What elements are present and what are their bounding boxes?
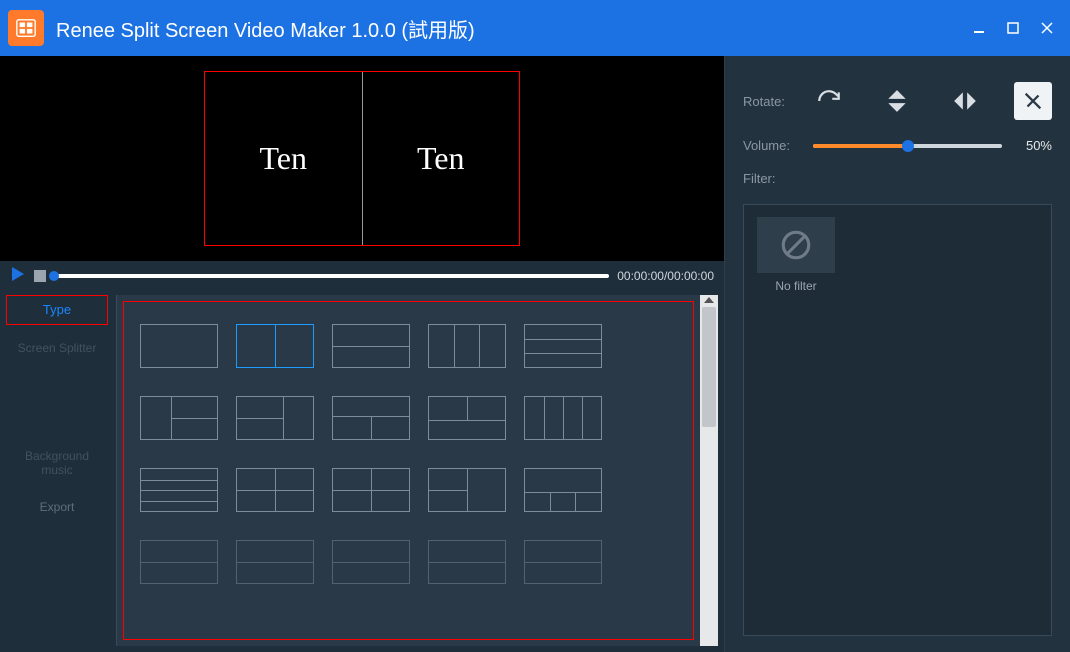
app-body: Ten Ten 00:00:00/00:00:00 Type Screen Sp…	[0, 56, 1070, 652]
tab-export[interactable]: Export	[6, 494, 108, 520]
rotate-label: Rotate:	[743, 94, 798, 109]
template-1x3-v[interactable]	[428, 324, 506, 368]
template-left-split3[interactable]	[428, 468, 506, 512]
template-bottom-3[interactable]	[524, 468, 602, 512]
app-title: Renee Split Screen Video Maker 1.0.0 (試用…	[56, 14, 952, 43]
template-area	[116, 295, 718, 646]
app-logo-icon	[8, 10, 44, 46]
playback-bar: 00:00:00/00:00:00	[0, 261, 724, 291]
maximize-button[interactable]	[998, 13, 1028, 43]
filter-none-label: No filter	[775, 279, 816, 293]
stop-button[interactable]	[34, 270, 46, 282]
lower-panel: Type Screen Splitter Background music Ex…	[0, 291, 724, 652]
rotate-cw-button[interactable]	[810, 82, 848, 120]
template-4x1-h[interactable]	[140, 468, 218, 512]
tab-icon-1[interactable]	[6, 371, 108, 397]
seek-thumb[interactable]	[49, 271, 59, 281]
volume-label: Volume:	[743, 138, 801, 153]
template-scrollbar[interactable]	[700, 295, 718, 646]
template-extra-3[interactable]	[332, 540, 410, 584]
preview-pane-2[interactable]: Ten	[363, 72, 520, 245]
volume-slider-wrap: 50%	[813, 138, 1052, 153]
right-panel: Rotate: Volume:	[724, 56, 1070, 652]
tab-type[interactable]: Type	[6, 295, 108, 325]
flip-vertical-button[interactable]	[878, 82, 916, 120]
template-3x1-h[interactable]	[524, 324, 602, 368]
left-column: Ten Ten 00:00:00/00:00:00 Type Screen Sp…	[0, 56, 724, 652]
filter-none-item[interactable]: No filter	[756, 217, 836, 623]
volume-value: 50%	[1012, 138, 1052, 153]
template-right-tall[interactable]	[236, 396, 314, 440]
rotate-icons	[810, 82, 1052, 120]
preview-split-container[interactable]: Ten Ten	[204, 71, 520, 246]
volume-row: Volume: 50%	[743, 138, 1052, 153]
template-2x2[interactable]	[236, 468, 314, 512]
template-left-tall[interactable]	[140, 396, 218, 440]
template-grid	[132, 312, 685, 624]
template-grid-container	[123, 301, 694, 640]
filter-panel: No filter	[743, 204, 1052, 636]
filter-label: Filter:	[743, 171, 1052, 186]
crop-button[interactable]	[1014, 82, 1052, 120]
flip-horizontal-button[interactable]	[946, 82, 984, 120]
template-1x1[interactable]	[140, 324, 218, 368]
template-1x4-v[interactable]	[524, 396, 602, 440]
template-extra-1[interactable]	[140, 540, 218, 584]
no-filter-icon	[757, 217, 835, 273]
scroll-thumb[interactable]	[702, 307, 716, 427]
template-bottom-wide[interactable]	[428, 396, 506, 440]
template-extra-2[interactable]	[236, 540, 314, 584]
template-top-wide[interactable]	[332, 396, 410, 440]
volume-slider[interactable]	[813, 144, 1002, 148]
titlebar: Renee Split Screen Video Maker 1.0.0 (試用…	[0, 0, 1070, 56]
template-2x1-h[interactable]	[332, 324, 410, 368]
tab-icon-2[interactable]	[6, 407, 108, 433]
template-extra-4[interactable]	[428, 540, 506, 584]
app-window: Renee Split Screen Video Maker 1.0.0 (試用…	[0, 0, 1070, 652]
rotate-row: Rotate:	[743, 82, 1052, 120]
preview-pane-1[interactable]: Ten	[205, 72, 363, 245]
template-1x2-v[interactable]	[236, 324, 314, 368]
play-button[interactable]	[10, 266, 26, 287]
tab-screen-splitter[interactable]: Screen Splitter	[6, 335, 108, 361]
side-tabs: Type Screen Splitter Background music Ex…	[6, 295, 108, 646]
scroll-up-icon[interactable]	[704, 297, 714, 303]
close-button[interactable]	[1032, 13, 1062, 43]
template-extra-5[interactable]	[524, 540, 602, 584]
preview-area: Ten Ten	[0, 56, 724, 261]
window-controls	[964, 13, 1062, 43]
tab-bg-music[interactable]: Background music	[6, 443, 108, 484]
template-top-split3[interactable]	[332, 468, 410, 512]
seek-bar[interactable]	[54, 274, 609, 278]
volume-thumb[interactable]	[902, 140, 914, 152]
volume-fill	[813, 144, 908, 148]
timecode: 00:00:00/00:00:00	[617, 269, 714, 283]
minimize-button[interactable]	[964, 13, 994, 43]
